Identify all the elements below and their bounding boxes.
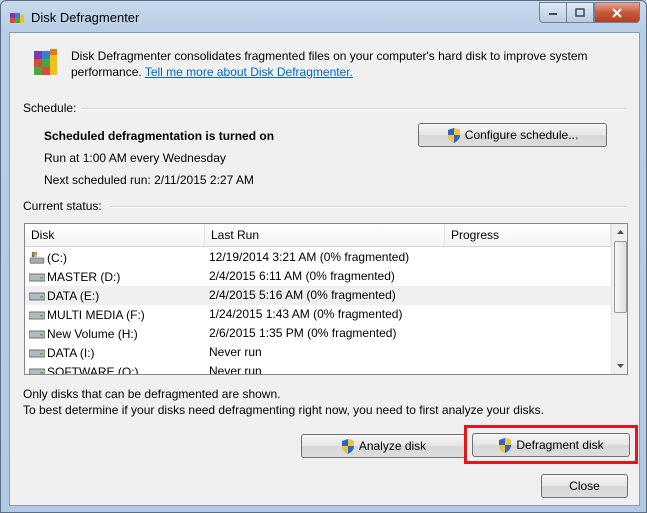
current-status-label: Current status: xyxy=(23,199,102,213)
disk-defragmenter-window: Disk Defragmenter Disk Defragmenter cons… xyxy=(0,0,647,513)
disk-last-run: 12/19/2014 3:21 AM (0% fragmented) xyxy=(209,250,410,264)
schedule-next-run: Next scheduled run: 2/11/2015 2:27 AM xyxy=(44,173,254,187)
learn-more-link[interactable]: Tell me more about Disk Defragmenter. xyxy=(145,65,353,79)
disk-last-run: 2/4/2015 5:16 AM (0% fragmented) xyxy=(209,288,396,302)
disk-last-run: 2/6/2015 1:35 PM (0% fragmented) xyxy=(209,326,397,340)
arrow-up-icon xyxy=(616,230,624,234)
configure-schedule-button[interactable]: Configure schedule... xyxy=(418,123,607,147)
title-bar[interactable]: Disk Defragmenter xyxy=(1,1,646,33)
current-status-divider xyxy=(110,206,627,208)
disk-list-scrollbar[interactable] xyxy=(611,224,627,374)
uac-shield-icon xyxy=(341,438,354,454)
disk-defragmenter-app-icon xyxy=(34,49,57,75)
disk-name: (C:) xyxy=(47,250,67,265)
disk-name: DATA (E:) xyxy=(47,288,100,303)
scroll-up-button[interactable] xyxy=(612,224,627,240)
uac-shield-icon xyxy=(447,127,460,143)
schedule-label: Schedule: xyxy=(23,101,77,115)
window-close-button[interactable] xyxy=(594,2,640,23)
disk-list[interactable]: Disk Last Run Progress (C:) 12/19/2014 3… xyxy=(24,223,628,375)
minimize-button[interactable] xyxy=(539,2,566,23)
drive-icon xyxy=(29,273,45,281)
schedule-status: Scheduled defragmentation is turned on xyxy=(44,129,275,143)
drive-icon xyxy=(29,330,45,338)
disk-last-run: Never run xyxy=(209,345,262,359)
window-title: Disk Defragmenter xyxy=(31,10,140,25)
system-drive-icon xyxy=(29,251,45,264)
scroll-down-button[interactable] xyxy=(612,358,627,374)
column-header-last-run[interactable]: Last Run xyxy=(205,224,445,246)
disk-name: DATA (I:) xyxy=(47,345,95,360)
analyze-disk-button[interactable]: Analyze disk xyxy=(301,434,466,458)
disk-list-header: Disk Last Run Progress xyxy=(25,224,611,247)
analyze-disk-label: Analyze disk xyxy=(358,439,427,453)
disk-row[interactable]: New Volume (H:) 2/6/2015 1:35 PM (0% fra… xyxy=(25,324,611,343)
drive-icon xyxy=(29,368,45,374)
analyze-advice-note: To best determine if your disks need def… xyxy=(23,403,544,417)
disk-row[interactable]: MULTI MEDIA (F:) 1/24/2015 1:43 AM (0% f… xyxy=(25,305,611,324)
disk-last-run: Never run xyxy=(209,364,262,375)
drive-icon xyxy=(29,311,45,319)
close-icon xyxy=(612,7,622,18)
arrow-down-icon xyxy=(616,364,624,368)
minimize-icon xyxy=(549,12,557,15)
disk-last-run: 1/24/2015 1:43 AM (0% fragmented) xyxy=(209,307,403,321)
close-button[interactable]: Close xyxy=(541,474,628,498)
disk-name: New Volume (H:) xyxy=(47,326,138,341)
scroll-thumb[interactable] xyxy=(614,241,627,313)
column-header-disk[interactable]: Disk xyxy=(25,224,205,246)
disk-defragmenter-title-icon xyxy=(10,13,24,23)
disk-last-run: 2/4/2015 6:11 AM (0% fragmented) xyxy=(209,269,395,283)
intro-text: Disk Defragmenter consolidates fragmente… xyxy=(71,48,631,80)
schedule-divider xyxy=(81,108,627,110)
disk-row[interactable]: SOFTWARE (O:) Never run xyxy=(25,362,611,375)
disk-name: MULTI MEDIA (F:) xyxy=(47,307,145,322)
maximize-icon xyxy=(575,8,585,17)
configure-schedule-label: Configure schedule... xyxy=(464,128,579,142)
disk-row[interactable]: DATA (I:) Never run xyxy=(25,343,611,362)
disk-name: SOFTWARE (O:) xyxy=(47,364,139,375)
defraggable-disks-note: Only disks that can be defragmented are … xyxy=(23,387,281,401)
disk-row[interactable]: MASTER (D:) 2/4/2015 6:11 AM (0% fragmen… xyxy=(25,267,611,286)
drive-icon xyxy=(29,292,45,300)
schedule-run-at: Run at 1:00 AM every Wednesday xyxy=(44,151,226,165)
column-header-progress[interactable]: Progress xyxy=(445,224,611,246)
dialog-body: Disk Defragmenter consolidates fragmente… xyxy=(9,32,640,506)
close-button-label: Close xyxy=(569,479,600,493)
disk-row[interactable]: (C:) 12/19/2014 3:21 AM (0% fragmented) xyxy=(25,248,611,267)
caption-buttons xyxy=(539,2,640,23)
disk-row-selected[interactable]: DATA (E:) 2/4/2015 5:16 AM (0% fragmente… xyxy=(25,286,611,305)
drive-icon xyxy=(29,349,45,357)
disk-name: MASTER (D:) xyxy=(47,269,121,284)
highlight-annotation-box xyxy=(464,425,638,464)
maximize-button[interactable] xyxy=(566,2,594,23)
